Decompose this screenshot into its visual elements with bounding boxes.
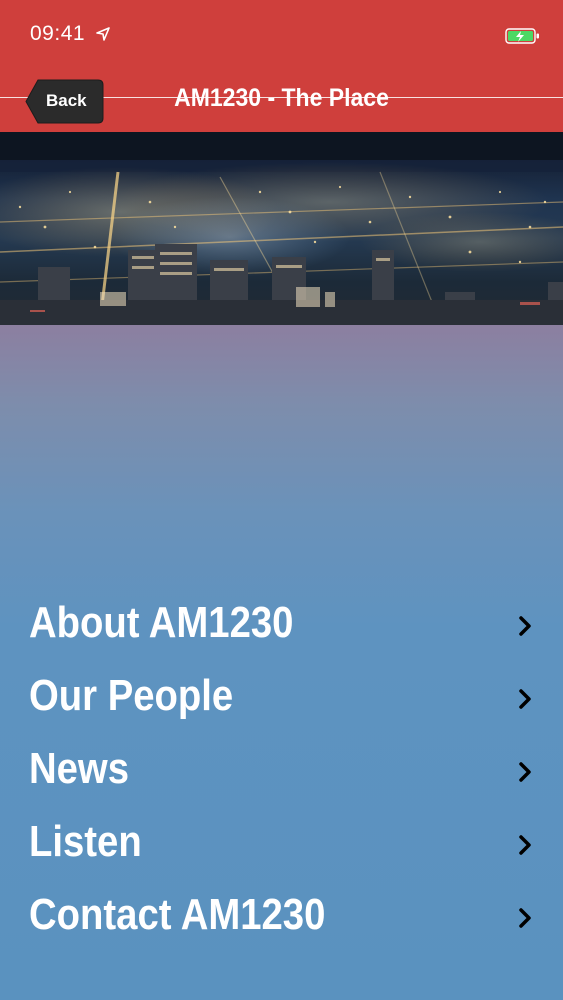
menu-item-news[interactable]: News (0, 734, 563, 807)
status-bar: 09:41 (0, 0, 563, 70)
main-menu: About AM1230 Our People News Listen Cont… (0, 588, 563, 953)
chevron-right-icon (518, 761, 532, 788)
location-arrow-icon (96, 27, 110, 46)
menu-item-label: About AM1230 (29, 598, 294, 647)
navigation-header: 09:41 Back AM1230 - The Place (0, 0, 563, 132)
menu-item-label: News (29, 744, 130, 793)
hero-city-image (0, 132, 563, 325)
menu-item-contact[interactable]: Contact AM1230 (0, 880, 563, 953)
menu-item-about[interactable]: About AM1230 (0, 588, 563, 661)
chevron-right-icon (518, 907, 532, 934)
menu-item-label: Contact AM1230 (29, 890, 326, 939)
chevron-right-icon (518, 834, 532, 861)
night-city-skyline-image (0, 132, 563, 325)
chevron-right-icon (518, 688, 532, 715)
menu-item-label: Listen (29, 817, 142, 866)
menu-item-listen[interactable]: Listen (0, 807, 563, 880)
chevron-right-icon (518, 615, 532, 642)
menu-item-our-people[interactable]: Our People (0, 661, 563, 734)
battery-charging-icon (505, 27, 541, 50)
page-title: AM1230 - The Place (174, 84, 389, 112)
menu-item-label: Our People (29, 671, 234, 720)
status-time: 09:41 (30, 22, 86, 45)
